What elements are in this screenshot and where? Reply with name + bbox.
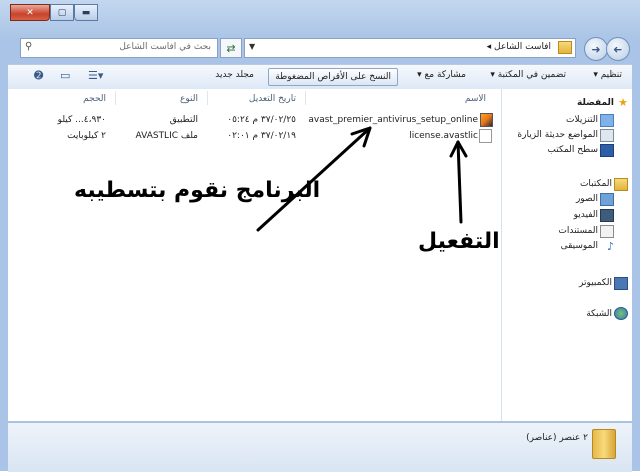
desktop-icon bbox=[600, 144, 614, 157]
column-size[interactable]: الحجم bbox=[83, 94, 106, 104]
documents-icon bbox=[600, 225, 614, 238]
close-button[interactable]: ✕ bbox=[10, 4, 50, 21]
sidebar-libraries[interactable]: المكتبات bbox=[580, 179, 612, 189]
file-size: ٢ كيلوبايت bbox=[67, 131, 106, 141]
downloads-icon bbox=[600, 114, 614, 127]
music-icon: ♪ bbox=[606, 240, 614, 253]
sidebar-item-downloads[interactable]: التنزيلات bbox=[566, 115, 598, 125]
address-dropdown-icon[interactable]: ▼ bbox=[249, 42, 255, 51]
column-headers: الاسم تاريخ التعديل النوع الحجم bbox=[18, 89, 496, 107]
navigation-bar: ⚲ بحث في افاست الشاعل ⇄ ▼ افاست الشاعل ◂… bbox=[8, 36, 632, 61]
sidebar-item-recent[interactable]: المواضع حديثة الزيارة bbox=[517, 130, 598, 140]
file-modified: ٣٧/٠٢/١٩ م ٠٢:٠١ bbox=[227, 131, 296, 141]
share-with-button[interactable]: مشاركة مع ▾ bbox=[417, 70, 466, 80]
help-icon[interactable]: ➋ bbox=[34, 69, 43, 82]
file-row[interactable]: avast_premier_antivirus_setup_online ٣٧/… bbox=[18, 113, 496, 127]
preview-pane-icon[interactable]: ▭ bbox=[60, 69, 70, 82]
forward-button[interactable]: ➜ bbox=[584, 37, 608, 61]
file-name[interactable]: license.avastlic bbox=[409, 131, 478, 141]
column-divider[interactable] bbox=[115, 91, 116, 105]
view-options-icon[interactable]: ☰▾ bbox=[88, 69, 103, 82]
burn-button[interactable]: النسخ على الأقراص المضغوطة bbox=[268, 68, 398, 86]
sidebar-favorites[interactable]: المفضلة bbox=[577, 98, 614, 108]
file-type: ملف AVASTLIC bbox=[135, 131, 198, 141]
annotation-activation: التفعيل bbox=[418, 229, 500, 254]
column-type[interactable]: النوع bbox=[180, 94, 198, 104]
folder-icon bbox=[592, 429, 616, 459]
sidebar-item-documents[interactable]: المستندات bbox=[558, 226, 598, 236]
star-icon: ★ bbox=[618, 96, 628, 109]
explorer-window: ✕ ▢ ▬ ⚲ بحث في افاست الشاعل ⇄ ▼ افاست ال… bbox=[0, 0, 640, 472]
sidebar-computer[interactable]: الكمبيوتر bbox=[579, 278, 612, 288]
file-size: ٤،٩٣٠... كيلو bbox=[57, 115, 106, 125]
search-icon: ⚲ bbox=[25, 41, 33, 52]
column-modified[interactable]: تاريخ التعديل bbox=[249, 94, 296, 104]
back-button[interactable]: ➜ bbox=[606, 37, 630, 61]
content-area: الاسم تاريخ التعديل النوع الحجم avast_pr… bbox=[8, 89, 632, 421]
new-folder-button[interactable]: مجلد جديد bbox=[215, 70, 254, 80]
sidebar-item-pictures[interactable]: الصور bbox=[576, 194, 598, 204]
file-name[interactable]: avast_premier_antivirus_setup_online bbox=[308, 115, 478, 125]
search-input[interactable]: ⚲ بحث في افاست الشاعل bbox=[20, 38, 218, 58]
back-arrow-icon: ➜ bbox=[613, 42, 623, 56]
search-placeholder: بحث في افاست الشاعل bbox=[119, 42, 211, 52]
address-path[interactable]: افاست الشاعل ◂ bbox=[487, 42, 551, 52]
column-divider[interactable] bbox=[207, 91, 208, 105]
minimize-button[interactable]: ▬ bbox=[74, 4, 98, 21]
column-divider[interactable] bbox=[305, 91, 306, 105]
libraries-icon bbox=[614, 178, 628, 191]
sidebar-item-videos[interactable]: الفيديو bbox=[574, 210, 598, 220]
item-count: ٢ عنصر (عناصر) bbox=[526, 433, 588, 443]
recent-places-icon bbox=[600, 129, 614, 142]
file-row[interactable]: license.avastlic ٣٧/٠٢/١٩ م ٠٢:٠١ ملف AV… bbox=[18, 129, 496, 143]
annotation-program: البرنامج نقوم بتسطيبه bbox=[74, 178, 321, 203]
window-controls: ✕ ▢ ▬ bbox=[10, 4, 98, 21]
videos-icon bbox=[600, 209, 614, 222]
column-name[interactable]: الاسم bbox=[465, 94, 486, 104]
pictures-icon bbox=[600, 193, 614, 206]
address-bar[interactable]: ▼ افاست الشاعل ◂ bbox=[244, 38, 576, 58]
computer-icon bbox=[614, 277, 628, 290]
sidebar-item-desktop[interactable]: سطح المكتب bbox=[547, 145, 598, 155]
application-icon bbox=[480, 113, 493, 127]
document-icon bbox=[479, 129, 492, 143]
include-in-library-button[interactable]: تضمين في المكتبة ▾ bbox=[490, 70, 566, 80]
sidebar-network[interactable]: الشبكة bbox=[586, 309, 612, 319]
refresh-icon: ⇄ bbox=[226, 41, 236, 55]
sidebar-item-music[interactable]: الموسيقى bbox=[561, 241, 598, 251]
file-modified: ٣٧/٠٢/٢٥ م ٠٥:٢٤ bbox=[227, 115, 296, 125]
forward-arrow-icon: ➜ bbox=[591, 42, 601, 56]
file-type: التطبيق bbox=[169, 115, 198, 125]
details-pane: ٢ عنصر (عناصر) bbox=[8, 422, 632, 472]
network-icon bbox=[614, 307, 628, 320]
refresh-button[interactable]: ⇄ bbox=[220, 38, 242, 58]
organize-button[interactable]: تنظيم ▾ bbox=[593, 70, 622, 80]
folder-icon bbox=[558, 41, 572, 54]
navigation-pane: ★ المفضلة التنزيلات المواضع حديثة الزيار… bbox=[501, 89, 632, 421]
command-bar: ➋ ▭ ☰▾ مجلد جديد النسخ على الأقراص المضغ… bbox=[8, 64, 632, 90]
maximize-button[interactable]: ▢ bbox=[50, 4, 74, 21]
